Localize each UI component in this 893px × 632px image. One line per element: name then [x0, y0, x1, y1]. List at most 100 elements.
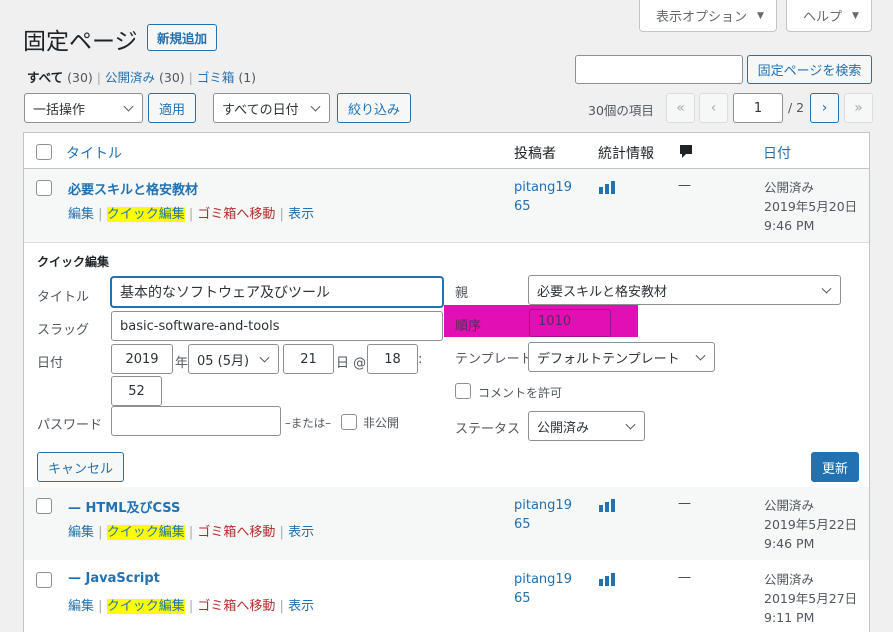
minute-field[interactable]: 52	[111, 376, 162, 406]
comments-count: —	[678, 570, 691, 585]
chevron-down-icon	[625, 419, 636, 430]
post-date: 公開済み 2019年5月27日 9:11 PM	[764, 570, 857, 627]
add-new-button[interactable]: 新規追加	[147, 24, 217, 51]
day-field[interactable]: 21	[283, 344, 334, 374]
separator: |	[188, 70, 193, 85]
row-checkbox[interactable]	[36, 572, 52, 588]
author-link[interactable]: pitang1965	[514, 570, 576, 608]
row-checkbox[interactable]	[36, 180, 52, 196]
status-filters: すべて (30) | 公開済み (30) | ゴミ箱 (1)	[27, 67, 256, 86]
status-label: ステータス	[455, 422, 521, 437]
filter-all[interactable]: すべて	[27, 70, 63, 85]
parent-select[interactable]: 必要スキルと格安教材	[528, 275, 841, 305]
bulk-action-select[interactable]: 一括操作	[24, 93, 143, 123]
total-pages: / 2	[788, 100, 805, 115]
month-select[interactable]: 05 (5月)	[188, 344, 279, 374]
trash-link[interactable]: ゴミ箱へ移動	[197, 599, 275, 614]
separator: |	[98, 599, 103, 614]
help-label: ヘルプ	[803, 10, 843, 25]
template-select[interactable]: デフォルトテンプレート	[528, 342, 715, 372]
column-date-header[interactable]: 日付	[763, 143, 791, 163]
private-label: 非公開	[363, 416, 400, 430]
column-title-header[interactable]: タイトル	[66, 143, 122, 163]
search-input[interactable]	[575, 55, 743, 84]
trash-link[interactable]: ゴミ箱へ移動	[197, 207, 275, 222]
select-all-checkbox[interactable]	[36, 144, 52, 160]
page-title: 固定ページ	[23, 29, 138, 55]
time-colon: :	[418, 352, 423, 367]
stats-icon[interactable]	[599, 573, 615, 586]
allow-comments-checkbox[interactable]	[455, 383, 471, 399]
row-title-link[interactable]: — JavaScript	[68, 571, 160, 586]
search-button[interactable]: 固定ページを検索	[747, 55, 872, 84]
separator: |	[98, 207, 103, 222]
order-field[interactable]: 1010	[529, 309, 611, 337]
private-checkbox[interactable]	[341, 414, 357, 430]
post-status: 公開済み	[764, 180, 815, 195]
row-checkbox[interactable]	[36, 498, 52, 514]
day-suffix: 日 @	[336, 356, 367, 371]
cancel-button[interactable]: キャンセル	[37, 452, 124, 482]
view-link[interactable]: 表示	[288, 599, 314, 614]
edit-link[interactable]: 編集	[68, 207, 94, 222]
post-time: 9:11 PM	[764, 610, 815, 625]
hour-field[interactable]: 18	[367, 344, 418, 374]
year-field[interactable]: 2019	[111, 344, 173, 374]
filter-all-count: (30)	[67, 70, 93, 85]
update-button[interactable]: 更新	[811, 452, 859, 482]
screen-options-label: 表示オプション	[656, 10, 748, 25]
current-page-input[interactable]: 1	[733, 93, 783, 123]
post-status: 公開済み	[764, 572, 815, 587]
status-value: 公開済み	[537, 420, 590, 436]
apply-button[interactable]: 適用	[148, 93, 196, 123]
edit-link[interactable]: 編集	[68, 599, 94, 614]
post-time: 9:46 PM	[764, 536, 815, 551]
row-title-link[interactable]: — HTML及びCSS	[68, 497, 180, 516]
title-label: タイトル	[37, 290, 90, 305]
screen-options-tab[interactable]: 表示オプション ▼	[639, 0, 777, 32]
author-link[interactable]: pitang1965	[514, 496, 576, 534]
next-page-button[interactable]: ›	[810, 93, 839, 123]
filter-trash[interactable]: ゴミ箱	[197, 70, 235, 85]
stats-icon[interactable]	[599, 181, 615, 194]
table-row: 必要スキルと格安教材 編集 | クイック編集 | ゴミ箱へ移動 | 表示 pit…	[24, 169, 869, 242]
quick-edit-panel: クイック編集 タイトル 基本的なソフトウェア及びツール スラッグ basic-s…	[24, 242, 869, 487]
view-link[interactable]: 表示	[288, 525, 314, 540]
date-filter-select[interactable]: すべての日付	[213, 93, 330, 123]
quick-edit-link[interactable]: クイック編集	[106, 599, 185, 614]
year-suffix: 年	[175, 356, 189, 371]
quick-edit-link[interactable]: クイック編集	[106, 207, 185, 222]
parent-label: 親	[455, 286, 469, 301]
help-tab[interactable]: ヘルプ ▼	[786, 0, 872, 32]
slug-field[interactable]: basic-software-and-tools	[111, 311, 443, 341]
date-label: 日付	[37, 356, 64, 371]
filter-published[interactable]: 公開済み	[105, 70, 155, 85]
view-link[interactable]: 表示	[288, 207, 314, 222]
row-title-link[interactable]: 必要スキルと格安教材	[68, 179, 198, 198]
quick-edit-link[interactable]: クイック編集	[106, 525, 185, 540]
chevron-down-icon	[695, 350, 706, 361]
separator: |	[98, 525, 103, 540]
password-field[interactable]	[111, 406, 281, 436]
post-date-value: 2019年5月20日	[764, 199, 858, 214]
chevron-down-icon	[259, 352, 270, 363]
prev-page-button: ‹	[699, 93, 728, 123]
stats-icon[interactable]	[599, 499, 615, 512]
template-value: デフォルトテンプレート	[537, 351, 680, 367]
title-field[interactable]: 基本的なソフトウェア及びツール	[111, 277, 443, 307]
edit-link[interactable]: 編集	[68, 525, 94, 540]
separator: |	[96, 70, 101, 85]
separator: |	[188, 599, 194, 614]
filter-button[interactable]: 絞り込み	[337, 93, 411, 123]
allow-comments-label: コメントを許可	[478, 386, 563, 400]
table-header: タイトル 投稿者 統計情報 日付	[24, 133, 869, 169]
status-select[interactable]: 公開済み	[528, 411, 645, 441]
post-date-value: 2019年5月27日	[764, 591, 858, 606]
parent-value: 必要スキルと格安教材	[537, 284, 668, 300]
comment-icon[interactable]	[679, 144, 693, 163]
first-page-button: «	[666, 93, 695, 123]
chevron-down-icon	[123, 101, 134, 112]
author-link[interactable]: pitang1965	[514, 178, 576, 216]
trash-link[interactable]: ゴミ箱へ移動	[197, 525, 275, 540]
row-actions: 編集 | クイック編集 | ゴミ箱へ移動 | 表示	[68, 595, 314, 614]
